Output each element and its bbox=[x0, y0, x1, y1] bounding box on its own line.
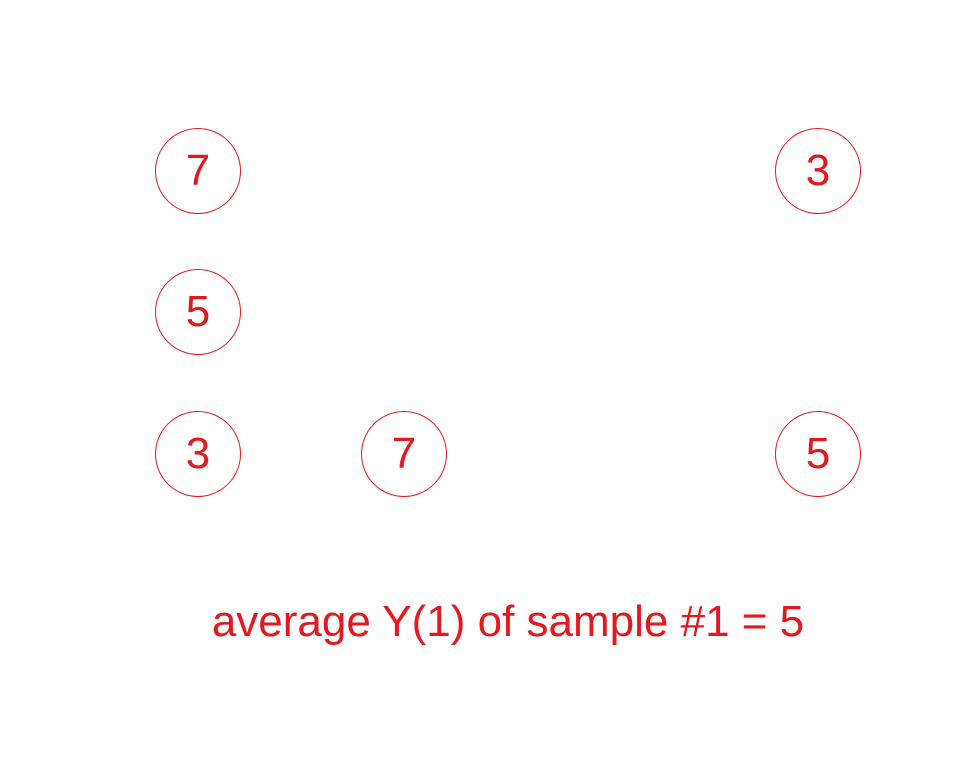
caption-container: average Y(1) of sample #1 = 5 bbox=[0, 0, 960, 760]
sample-average-caption: average Y(1) of sample #1 = 5 bbox=[211, 597, 805, 646]
sample-diagram: 7 3 5 3 7 5 average Y(1) of sample #1 = … bbox=[0, 0, 960, 760]
